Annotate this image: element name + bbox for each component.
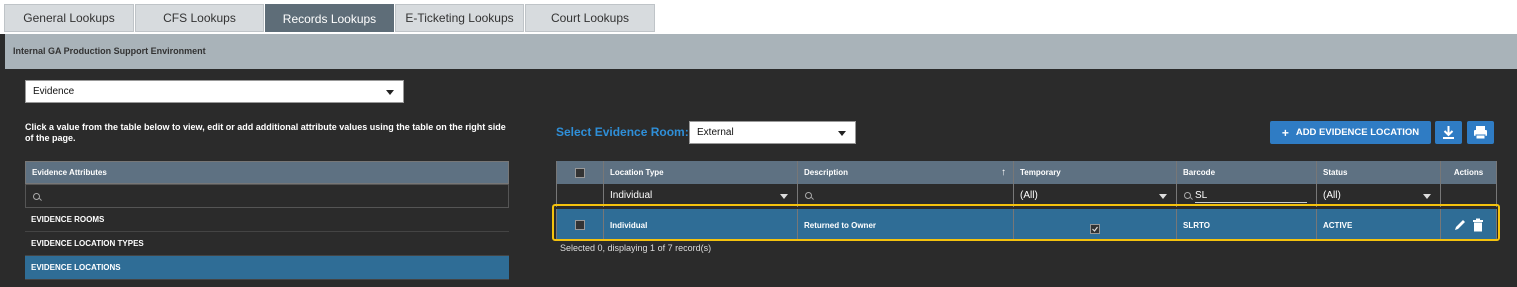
tab-general-lookups[interactable]: General Lookups: [4, 4, 134, 32]
help-text: Click a value from the table below to vi…: [25, 122, 506, 143]
column-header-description[interactable]: Description ↑: [798, 161, 1014, 184]
evidence-room-label: Select Evidence Room:: [556, 125, 689, 139]
select-all-checkbox[interactable]: [575, 167, 585, 178]
evidence-attributes-header: Evidence Attributes: [25, 161, 509, 184]
column-header-status[interactable]: Status: [1317, 161, 1441, 184]
search-icon: [805, 192, 812, 199]
column-header-location-type[interactable]: Location Type: [604, 161, 798, 184]
barcode-filter-value: SL: [1195, 190, 1208, 201]
evidence-attributes-table: Evidence Attributes EVIDENCE ROOMS EVIDE…: [25, 161, 509, 280]
evidence-room-value: External: [697, 127, 734, 138]
tab-court-lookups[interactable]: Court Lookups: [525, 4, 655, 32]
chevron-down-icon: [1159, 193, 1167, 199]
chevron-down-icon: [1423, 193, 1431, 199]
download-button[interactable]: [1435, 121, 1462, 144]
search-icon: [1184, 192, 1191, 199]
chevron-down-icon: [780, 193, 788, 199]
grid-record-count: Selected 0, displaying 1 of 7 record(s): [560, 243, 712, 253]
add-evidence-location-label: ADD EVIDENCE LOCATION: [1295, 127, 1420, 138]
selected-row-highlight: [552, 204, 1500, 241]
lookup-type-select[interactable]: Evidence: [25, 80, 404, 103]
location-type-filter-value: Individual: [610, 190, 653, 201]
search-icon: [33, 193, 40, 200]
select-all-checkbox-cell[interactable]: [557, 161, 604, 184]
list-item-evidence-location-types[interactable]: EVIDENCE LOCATION TYPES: [25, 232, 509, 256]
grid-header-row: Location Type Description ↑ Temporary Ba…: [556, 161, 1497, 184]
column-header-temporary[interactable]: Temporary: [1014, 161, 1177, 184]
tab-bar: General Lookups CFS Lookups Records Look…: [0, 0, 1517, 34]
chevron-down-icon: [386, 89, 394, 95]
list-item-evidence-rooms[interactable]: EVIDENCE ROOMS: [25, 208, 509, 232]
list-item-evidence-locations[interactable]: EVIDENCE LOCATIONS: [25, 256, 509, 280]
tab-records-lookups[interactable]: Records Lookups: [265, 4, 394, 32]
column-header-actions: Actions: [1441, 161, 1497, 184]
barcode-filter-underline: [1195, 202, 1307, 203]
sort-ascending-icon: ↑: [1001, 167, 1006, 178]
tab-e-ticketing-lookups[interactable]: E-Ticketing Lookups: [395, 4, 524, 32]
print-icon: [1474, 126, 1487, 140]
plus-icon: +: [1281, 125, 1289, 140]
environment-bar: Internal GA Production Support Environme…: [5, 34, 1517, 69]
environment-label: Internal GA Production Support Environme…: [13, 46, 206, 56]
column-header-description-label: Description: [804, 168, 849, 177]
tab-cfs-lookups[interactable]: CFS Lookups: [135, 4, 264, 32]
chevron-down-icon: [838, 130, 846, 136]
status-filter-value: (All): [1323, 190, 1341, 201]
temporary-filter-value: (All): [1020, 190, 1038, 201]
add-evidence-location-button[interactable]: + ADD EVIDENCE LOCATION: [1270, 121, 1431, 144]
evidence-attributes-search[interactable]: [25, 184, 509, 208]
lookup-type-value: Evidence: [33, 86, 75, 97]
download-icon: [1443, 126, 1454, 139]
evidence-room-select[interactable]: External: [689, 121, 856, 144]
print-button[interactable]: [1467, 121, 1494, 144]
column-header-barcode[interactable]: Barcode: [1177, 161, 1317, 184]
